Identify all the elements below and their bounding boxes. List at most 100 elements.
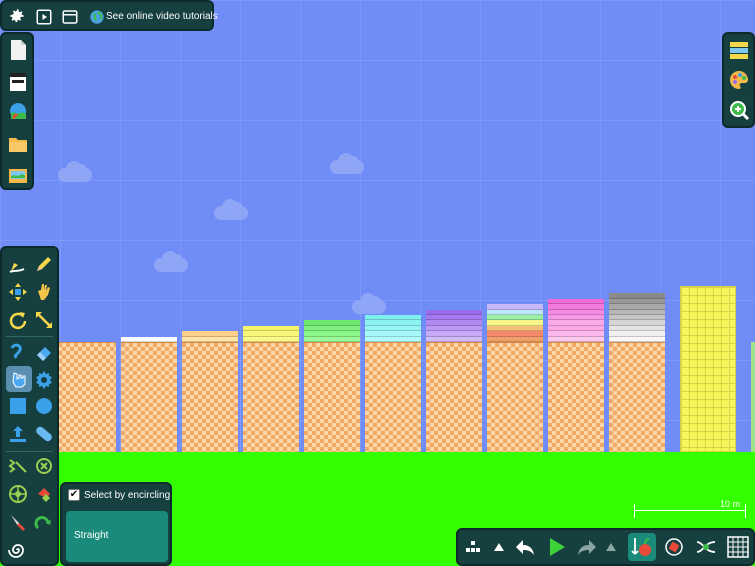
draw-tool-button[interactable] <box>6 252 30 276</box>
move-icon <box>9 283 27 301</box>
scenes-folder-button[interactable] <box>7 162 29 186</box>
import-button[interactable] <box>7 100 29 124</box>
triangle-up-icon <box>606 543 616 551</box>
zoom-settings-button[interactable] <box>727 98 751 122</box>
tutorials-link[interactable]: See online video tutorials <box>106 11 218 22</box>
rectangle-tool-button[interactable] <box>6 394 30 418</box>
grid-icon <box>727 536 749 558</box>
column-body[interactable] <box>426 341 482 452</box>
column-body[interactable] <box>182 341 238 452</box>
column-body[interactable] <box>609 341 665 452</box>
new-document-icon <box>11 40 26 60</box>
grid-button[interactable] <box>724 533 752 561</box>
edge-object <box>751 342 755 452</box>
layers-icon <box>730 42 748 59</box>
redo-icon <box>578 540 596 555</box>
tool-panel <box>0 246 59 566</box>
brick-column[interactable] <box>365 315 421 452</box>
spring-tool-button[interactable] <box>6 454 30 478</box>
rope-tool-button[interactable] <box>6 340 30 364</box>
capsule-icon <box>36 426 52 442</box>
brick-column[interactable] <box>121 336 177 452</box>
layers-button[interactable] <box>727 38 751 62</box>
scale-tick <box>634 504 635 518</box>
yellow-tower[interactable] <box>680 286 736 452</box>
grab-hand-icon <box>38 284 50 300</box>
redo-history-button[interactable] <box>604 540 618 554</box>
move-tool-button[interactable] <box>6 280 30 304</box>
brick-column[interactable] <box>609 293 665 452</box>
window-icon <box>62 10 78 24</box>
scale-tick <box>745 504 746 518</box>
cloud <box>352 293 386 314</box>
column-body[interactable] <box>243 341 299 452</box>
redo-button[interactable] <box>574 534 600 560</box>
brick-column[interactable] <box>426 309 482 452</box>
axle-tool-button[interactable] <box>6 482 30 506</box>
rope-icon <box>10 343 22 359</box>
capsule-tool-button[interactable] <box>32 422 56 446</box>
column-body[interactable] <box>548 341 604 452</box>
select-icon <box>12 372 26 388</box>
simulation-toolbar <box>456 528 755 566</box>
brick-column[interactable] <box>548 298 604 452</box>
eraser-tool-button[interactable] <box>32 340 56 364</box>
cancel-icon <box>36 458 52 474</box>
rotate-object-icon <box>665 538 683 556</box>
encircle-checkbox[interactable]: ✔ <box>68 489 80 501</box>
undo-button[interactable] <box>512 534 538 560</box>
straight-label: Straight <box>74 530 109 541</box>
upload-icon <box>10 426 26 442</box>
play-window-button[interactable] <box>34 7 54 27</box>
rotate-tool-button[interactable] <box>6 308 30 332</box>
undo-history-button[interactable] <box>492 540 506 554</box>
tutorials-button[interactable] <box>88 8 106 26</box>
column-body[interactable] <box>365 342 421 452</box>
appearance-button[interactable] <box>727 68 751 92</box>
path-button[interactable] <box>692 533 720 561</box>
column-body[interactable] <box>121 341 177 452</box>
straight-button[interactable]: Straight <box>66 511 168 562</box>
plane-tool-button[interactable] <box>6 422 30 446</box>
knife-tool-button[interactable] <box>6 510 30 534</box>
column-body[interactable] <box>487 341 543 452</box>
brick-column[interactable] <box>182 331 238 452</box>
settings-button[interactable] <box>7 6 27 26</box>
rotate-object-button[interactable] <box>660 533 688 561</box>
tool-separator <box>6 336 53 337</box>
import-icon <box>10 103 26 119</box>
rotate-icon <box>9 312 27 330</box>
grab-tool-button[interactable] <box>32 280 56 304</box>
new-document-button[interactable] <box>7 38 29 62</box>
window-button[interactable] <box>60 7 80 27</box>
gravity-button[interactable] <box>628 533 656 561</box>
nodes-button[interactable] <box>462 536 484 558</box>
eraser-icon <box>37 347 51 361</box>
pencil-tool-button[interactable] <box>32 252 56 276</box>
hook-tool-button[interactable] <box>32 510 56 534</box>
select-tool-button[interactable] <box>6 366 32 392</box>
gear-tool-button[interactable] <box>32 368 56 392</box>
scale-tool-button[interactable] <box>32 308 56 332</box>
play-button[interactable] <box>544 534 570 560</box>
column-body[interactable] <box>304 341 360 452</box>
brick-column[interactable] <box>243 325 299 452</box>
encircle-label: Select by encircling <box>84 489 171 501</box>
open-folder-button[interactable] <box>7 132 29 156</box>
tracer-tool-button[interactable] <box>6 538 30 562</box>
gear-icon <box>10 9 24 23</box>
tool-separator <box>6 451 53 452</box>
archive-button[interactable] <box>7 70 29 94</box>
brick-column[interactable] <box>58 342 116 452</box>
circle-tool-button[interactable] <box>32 394 56 418</box>
draw-icon <box>9 263 25 273</box>
column-body[interactable] <box>58 342 116 452</box>
encircle-option[interactable]: ✔ Select by encircling <box>68 489 170 501</box>
fixate-tool-button[interactable] <box>32 454 56 478</box>
thruster-tool-button[interactable] <box>32 482 56 506</box>
cloud <box>58 161 92 182</box>
brick-column[interactable] <box>304 320 360 452</box>
select-options-popup: ✔ Select by encircling Straight <box>60 482 172 566</box>
brick-column[interactable] <box>487 304 543 452</box>
undo-icon <box>516 540 534 555</box>
